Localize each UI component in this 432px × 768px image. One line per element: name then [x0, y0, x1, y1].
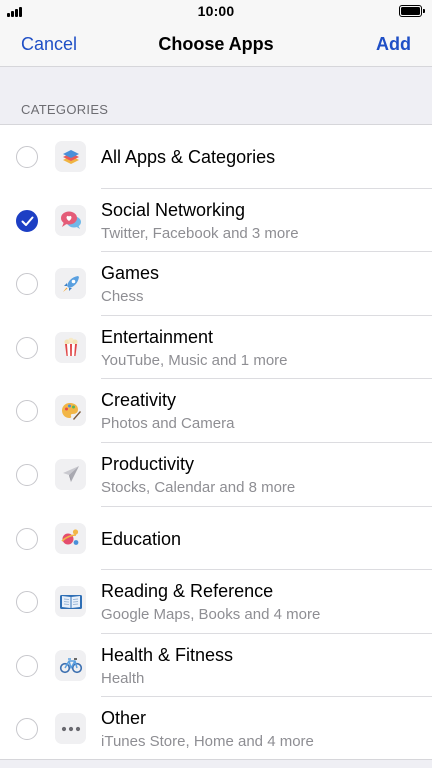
section-header: CATEGORIES	[21, 102, 109, 117]
category-title: Health & Fitness	[101, 644, 234, 665]
category-apps-summary: Twitter, Facebook and 3 more	[101, 224, 299, 242]
navigation-bar: Cancel Choose Apps Add	[0, 22, 432, 67]
radio-button-checked[interactable]	[16, 209, 38, 232]
radio-button[interactable]	[16, 591, 38, 614]
status-bar: 10:00	[0, 0, 432, 22]
category-row-entertainment[interactable]: Entertainment YouTube, Music and 1 more	[0, 316, 432, 380]
stack-layers-icon	[55, 141, 86, 172]
radio-button[interactable]	[16, 718, 38, 741]
radio-button[interactable]	[16, 336, 38, 359]
category-row-creativity[interactable]: Creativity Photos and Camera	[0, 379, 432, 443]
rocket-icon	[55, 268, 86, 300]
radio-button[interactable]	[16, 273, 38, 296]
category-apps-summary: Chess	[101, 288, 144, 306]
category-title: Social Networking	[101, 199, 246, 220]
radio-button[interactable]	[16, 463, 38, 486]
category-row-social-networking[interactable]: Social Networking Twitter, Facebook and …	[0, 189, 432, 253]
battery-icon	[399, 5, 425, 17]
category-row-other[interactable]: Other iTunes Store, Home and 4 more	[0, 697, 432, 761]
status-time: 10:00	[197, 3, 235, 19]
category-title: All Apps & Categories	[101, 147, 276, 167]
checkmark-icon	[21, 216, 34, 226]
add-button[interactable]: Add	[376, 34, 411, 55]
planet-icon	[55, 522, 86, 554]
ellipsis-icon	[55, 713, 86, 745]
category-title: Reading & Reference	[101, 581, 274, 602]
radio-button[interactable]	[16, 654, 38, 677]
paper-plane-icon	[55, 458, 86, 490]
bicycle-icon	[55, 649, 86, 681]
page-title: Choose Apps	[158, 34, 274, 54]
category-list: All Apps & Categories Social Networking …	[0, 124, 432, 760]
palette-icon	[55, 395, 86, 427]
category-row-all-apps[interactable]: All Apps & Categories	[0, 125, 432, 189]
category-title: Creativity	[101, 390, 177, 411]
category-row-education[interactable]: Education	[0, 507, 432, 571]
popcorn-icon	[55, 331, 86, 363]
category-title: Entertainment	[101, 326, 214, 347]
radio-button[interactable]	[16, 527, 38, 550]
radio-button[interactable]	[16, 400, 38, 423]
chat-bubbles-icon	[55, 204, 86, 236]
category-title: Other	[101, 708, 147, 729]
category-apps-summary: Photos and Camera	[101, 415, 235, 433]
radio-button[interactable]	[16, 146, 38, 168]
category-title: Education	[101, 528, 182, 549]
category-apps-summary: YouTube, Music and 1 more	[101, 351, 288, 369]
category-title: Games	[101, 263, 160, 284]
category-title: Productivity	[101, 453, 195, 474]
category-apps-summary: iTunes Store, Home and 4 more	[101, 733, 314, 751]
open-book-icon	[55, 586, 86, 618]
category-row-health-fitness[interactable]: Health & Fitness Health	[0, 634, 432, 698]
category-row-productivity[interactable]: Productivity Stocks, Calendar and 8 more	[0, 443, 432, 507]
category-row-reading-reference[interactable]: Reading & Reference Google Maps, Books a…	[0, 570, 432, 634]
category-apps-summary: Health	[101, 669, 145, 687]
category-row-games[interactable]: Games Chess	[0, 252, 432, 316]
category-apps-summary: Stocks, Calendar and 8 more	[101, 478, 296, 496]
category-apps-summary: Google Maps, Books and 4 more	[101, 606, 321, 624]
